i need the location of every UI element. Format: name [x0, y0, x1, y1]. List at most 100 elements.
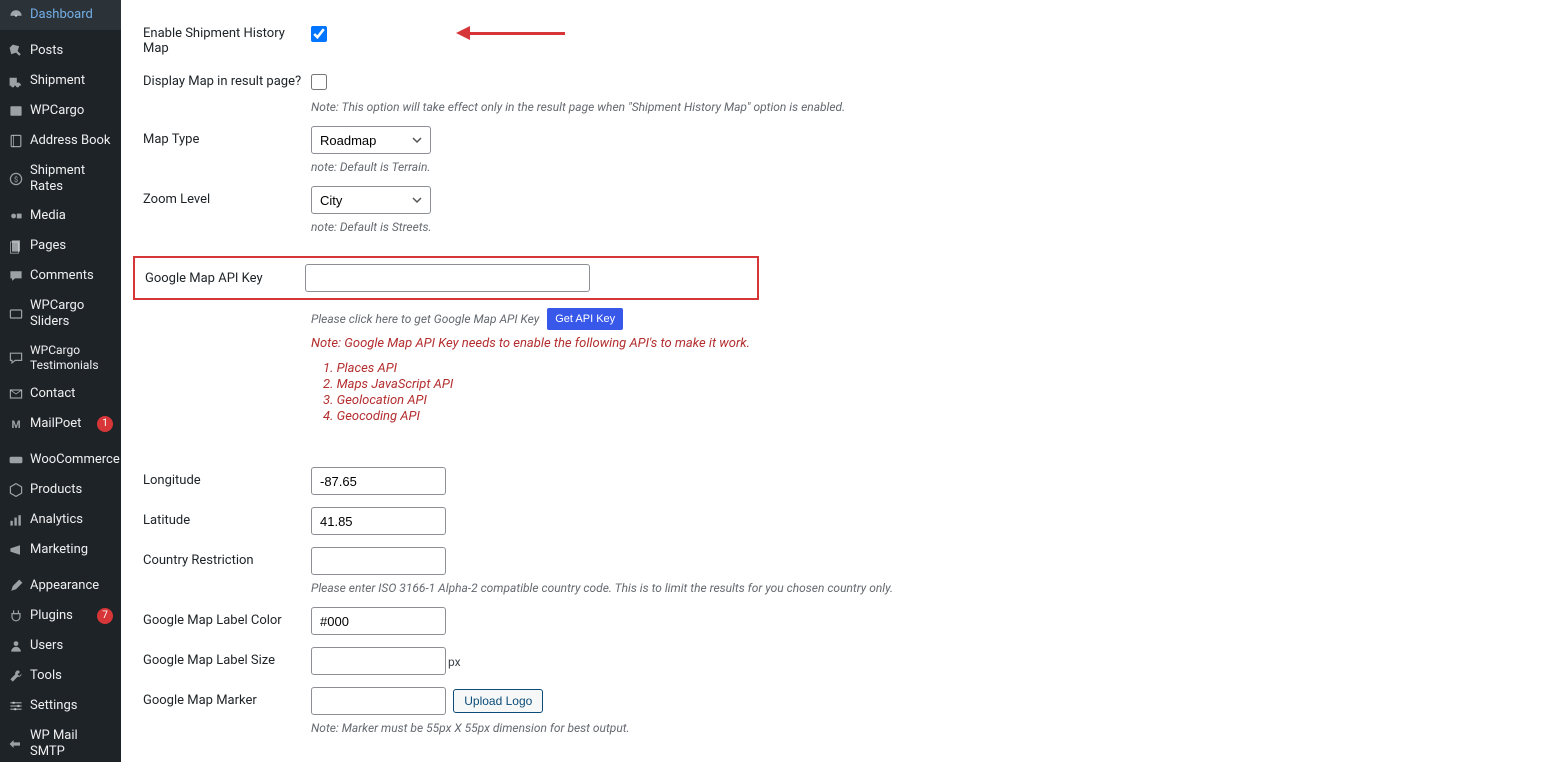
map-type-select[interactable]: Roadmap — [311, 126, 431, 154]
sidebar-item-plugins[interactable]: Plugins 7 — [0, 601, 121, 631]
api-list: 1. Places API 2. Maps JavaScript API 3. … — [323, 361, 1567, 424]
plugin-icon — [8, 608, 24, 624]
sidebar-label: WooCommerce — [30, 452, 120, 468]
media-icon — [8, 208, 24, 224]
svg-text:$: $ — [14, 175, 18, 184]
sidebar-label: Products — [30, 482, 113, 498]
mailpoet-icon: M — [8, 416, 24, 432]
map-type-label: Map Type — [143, 126, 311, 147]
users-icon — [8, 638, 24, 654]
page-icon — [8, 238, 24, 254]
sidebar-label: Shipment — [30, 73, 113, 89]
map-type-note: note: Default is Terrain. — [311, 160, 1567, 174]
sidebar-item-appearance[interactable]: Appearance — [0, 571, 121, 601]
sidebar-label: Shipment Rates — [30, 163, 113, 194]
latitude-label: Latitude — [143, 507, 311, 528]
sidebar-label: WPCargo Sliders — [30, 298, 113, 329]
sidebar-label: Tools — [30, 668, 113, 684]
pin-icon — [8, 43, 24, 59]
display-map-checkbox[interactable] — [311, 74, 327, 90]
country-label: Country Restriction — [143, 547, 311, 568]
settings-icon — [8, 698, 24, 714]
zoom-label: Zoom Level — [143, 186, 311, 207]
sidebar-label: WPCargo Testimonials — [30, 343, 113, 372]
longitude-input[interactable] — [311, 467, 446, 495]
sidebar-label: Pages — [30, 238, 113, 254]
marketing-icon — [8, 542, 24, 558]
get-api-key-button[interactable]: Get API Key — [547, 308, 623, 330]
label-size-label: Google Map Label Size — [143, 647, 311, 668]
sidebar-item-settings[interactable]: Settings — [0, 691, 121, 721]
sidebar-item-dashboard[interactable]: Dashboard — [0, 0, 121, 30]
sidebar-item-tools[interactable]: Tools — [0, 661, 121, 691]
sidebar-item-posts[interactable]: Posts — [0, 36, 121, 66]
sidebar-label: Media — [30, 208, 113, 224]
sidebar-item-shipment-rates[interactable]: $ Shipment Rates — [0, 156, 121, 201]
enable-map-checkbox[interactable] — [311, 26, 327, 42]
truck-icon — [8, 73, 24, 89]
country-input[interactable] — [311, 547, 446, 575]
svg-text:M: M — [11, 418, 20, 431]
sidebar-item-wpcargo-sliders[interactable]: WPCargo Sliders — [0, 291, 121, 336]
api-help-text: Please click here to get Google Map API … — [311, 312, 539, 326]
smtp-icon — [8, 736, 24, 752]
api-key-input[interactable] — [305, 264, 590, 292]
sidebar-item-wpcargo[interactable]: WPCargo — [0, 96, 121, 126]
product-icon — [8, 482, 24, 498]
longitude-label: Longitude — [143, 467, 311, 488]
sidebar-item-address-book[interactable]: Address Book — [0, 126, 121, 156]
sidebar-item-wpcargo-testimonials[interactable]: WPCargo Testimonials — [0, 336, 121, 379]
latitude-input[interactable] — [311, 507, 446, 535]
analytics-icon — [8, 512, 24, 528]
marker-input[interactable] — [311, 687, 446, 715]
api-key-highlight: Google Map API Key — [133, 256, 759, 300]
enable-map-label: Enable Shipment History Map — [143, 20, 311, 56]
sidebar-label: Dashboard — [30, 7, 113, 23]
sidebar-item-comments[interactable]: Comments — [0, 261, 121, 291]
mail-icon — [8, 386, 24, 402]
book-icon — [8, 133, 24, 149]
tools-icon — [8, 668, 24, 684]
sidebar-label: Comments — [30, 268, 113, 284]
appearance-icon — [8, 578, 24, 594]
sidebar-item-woocommerce[interactable]: WooCommerce — [0, 445, 121, 475]
sidebar-item-mailpoet[interactable]: M MailPoet 1 — [0, 409, 121, 439]
sidebar-label: Contact — [30, 386, 113, 402]
sidebar-item-products[interactable]: Products — [0, 475, 121, 505]
api-key-label: Google Map API Key — [145, 271, 305, 286]
comment-icon — [8, 268, 24, 284]
label-color-label: Google Map Label Color — [143, 607, 311, 628]
display-map-note: Note: This option will take effect only … — [311, 100, 1567, 114]
marker-label: Google Map Marker — [143, 687, 311, 708]
annotation-arrow — [456, 26, 565, 40]
px-suffix: px — [448, 655, 461, 669]
api-note: Note: Google Map API Key needs to enable… — [311, 336, 1567, 351]
rates-icon: $ — [8, 171, 24, 187]
label-size-input[interactable] — [311, 647, 446, 675]
sidebar-label: Posts — [30, 43, 113, 59]
label-color-input[interactable] — [311, 607, 446, 635]
sidebar-label: MailPoet — [30, 416, 91, 432]
marker-note: Note: Marker must be 55px X 55px dimensi… — [311, 721, 1567, 735]
sidebar-label: Marketing — [30, 542, 113, 558]
woo-icon — [8, 452, 24, 468]
sidebar-badge: 1 — [97, 416, 113, 432]
sidebar-label: WP Mail SMTP — [30, 728, 113, 759]
sidebar-item-shipment[interactable]: Shipment — [0, 66, 121, 96]
wpcargo-icon — [8, 103, 24, 119]
sidebar-item-contact[interactable]: Contact — [0, 379, 121, 409]
zoom-select[interactable]: City — [311, 186, 431, 214]
sidebar-item-marketing[interactable]: Marketing — [0, 535, 121, 565]
country-note: Please enter ISO 3166-1 Alpha-2 compatib… — [311, 581, 1567, 595]
upload-logo-button[interactable]: Upload Logo — [453, 689, 543, 713]
sidebar-item-users[interactable]: Users — [0, 631, 121, 661]
sidebar-item-pages[interactable]: Pages — [0, 231, 121, 261]
sliders-icon — [8, 306, 24, 322]
sidebar-badge: 7 — [97, 608, 113, 624]
sidebar-item-analytics[interactable]: Analytics — [0, 505, 121, 535]
sidebar-label: Settings — [30, 698, 113, 714]
sidebar-label: Address Book — [30, 133, 113, 149]
sidebar-item-media[interactable]: Media — [0, 201, 121, 231]
sidebar-item-wp-mail-smtp[interactable]: WP Mail SMTP — [0, 721, 121, 762]
sidebar-label: Plugins — [30, 608, 91, 624]
